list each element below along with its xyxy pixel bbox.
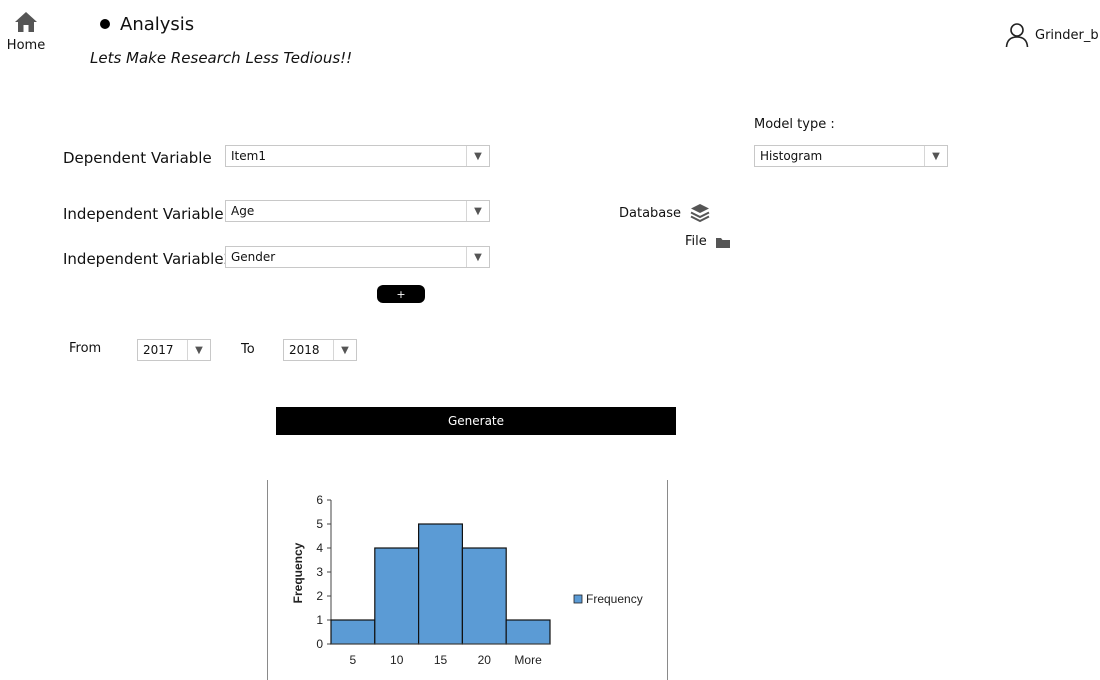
chevron-down-icon: ▼ bbox=[187, 340, 210, 360]
independent-variable2-select[interactable]: Gender ▼ bbox=[225, 246, 490, 268]
layers-icon bbox=[690, 204, 710, 223]
x-tick-label: 15 bbox=[434, 653, 448, 667]
file-label: File bbox=[685, 234, 707, 249]
from-label: From bbox=[69, 341, 102, 356]
y-tick-label: 5 bbox=[316, 517, 323, 531]
user-account[interactable]: Grinder_b bbox=[1005, 22, 1099, 48]
add-variable-button[interactable]: + bbox=[377, 285, 425, 303]
histogram-bar bbox=[418, 523, 464, 645]
model-type-select[interactable]: Histogram ▼ bbox=[754, 145, 948, 167]
user-name: Grinder_b bbox=[1035, 27, 1099, 43]
independent-variable1-select[interactable]: Age ▼ bbox=[225, 200, 490, 222]
generate-button[interactable]: Generate bbox=[276, 407, 676, 435]
file-source[interactable]: File bbox=[685, 234, 731, 249]
title-bullet bbox=[100, 19, 110, 29]
page-title: Analysis bbox=[120, 14, 195, 35]
y-tick-label: 0 bbox=[316, 637, 323, 651]
x-tick-label: 5 bbox=[350, 653, 357, 667]
home-icon bbox=[15, 12, 37, 32]
home-button[interactable]: Home bbox=[6, 10, 46, 53]
from-year-value: 2017 bbox=[143, 343, 174, 357]
chevron-down-icon: ▼ bbox=[466, 146, 489, 166]
x-tick-label: 10 bbox=[390, 653, 404, 667]
chevron-down-icon: ▼ bbox=[924, 146, 947, 166]
from-year-select[interactable]: 2017 ▼ bbox=[137, 339, 211, 361]
chevron-down-icon: ▼ bbox=[466, 201, 489, 221]
x-tick-label: More bbox=[514, 653, 542, 667]
independent-variable2-label: Independent Variable2 bbox=[63, 250, 234, 268]
to-label: To bbox=[241, 342, 255, 357]
chevron-down-icon: ▼ bbox=[333, 340, 356, 360]
y-tick-label: 1 bbox=[316, 613, 323, 627]
user-icon bbox=[1005, 23, 1029, 48]
database-label: Database bbox=[619, 205, 682, 221]
independent-variable1-label: Independent Variable1 bbox=[63, 205, 234, 223]
histogram-bar bbox=[374, 547, 420, 645]
to-year-value: 2018 bbox=[289, 343, 320, 357]
home-label: Home bbox=[6, 38, 46, 53]
y-tick-label: 6 bbox=[316, 493, 323, 507]
tagline: Lets Make Research Less Tedious!! bbox=[90, 49, 353, 67]
y-axis-label: Frequency bbox=[291, 542, 305, 603]
dependent-variable-select[interactable]: Item1 ▼ bbox=[225, 145, 490, 167]
histogram-bar bbox=[330, 619, 376, 645]
y-tick-label: 3 bbox=[316, 565, 323, 579]
chevron-down-icon: ▼ bbox=[466, 247, 489, 267]
dependent-variable-label: Dependent Variable bbox=[63, 149, 212, 167]
model-type-value: Histogram bbox=[760, 149, 823, 163]
folder-icon bbox=[715, 237, 730, 248]
legend-swatch bbox=[573, 594, 583, 604]
legend-label: Frequency bbox=[586, 592, 643, 606]
to-year-select[interactable]: 2018 ▼ bbox=[283, 339, 357, 361]
histogram-chart: Frequency 0 1 2 3 4 5 6 5 10 15 20 More Frequency bbox=[291, 493, 643, 667]
database-source[interactable]: Database bbox=[619, 202, 711, 224]
histogram-bar bbox=[505, 619, 551, 645]
y-tick-label: 2 bbox=[316, 589, 323, 603]
independent-variable1-value: Age bbox=[231, 204, 255, 218]
histogram-bar bbox=[461, 547, 507, 645]
independent-variable2-value: Gender bbox=[231, 250, 276, 264]
dependent-variable-value: Item1 bbox=[231, 149, 266, 163]
y-tick-label: 4 bbox=[316, 541, 323, 555]
x-tick-label: 20 bbox=[478, 653, 492, 667]
model-type-label: Model type : bbox=[754, 117, 835, 132]
